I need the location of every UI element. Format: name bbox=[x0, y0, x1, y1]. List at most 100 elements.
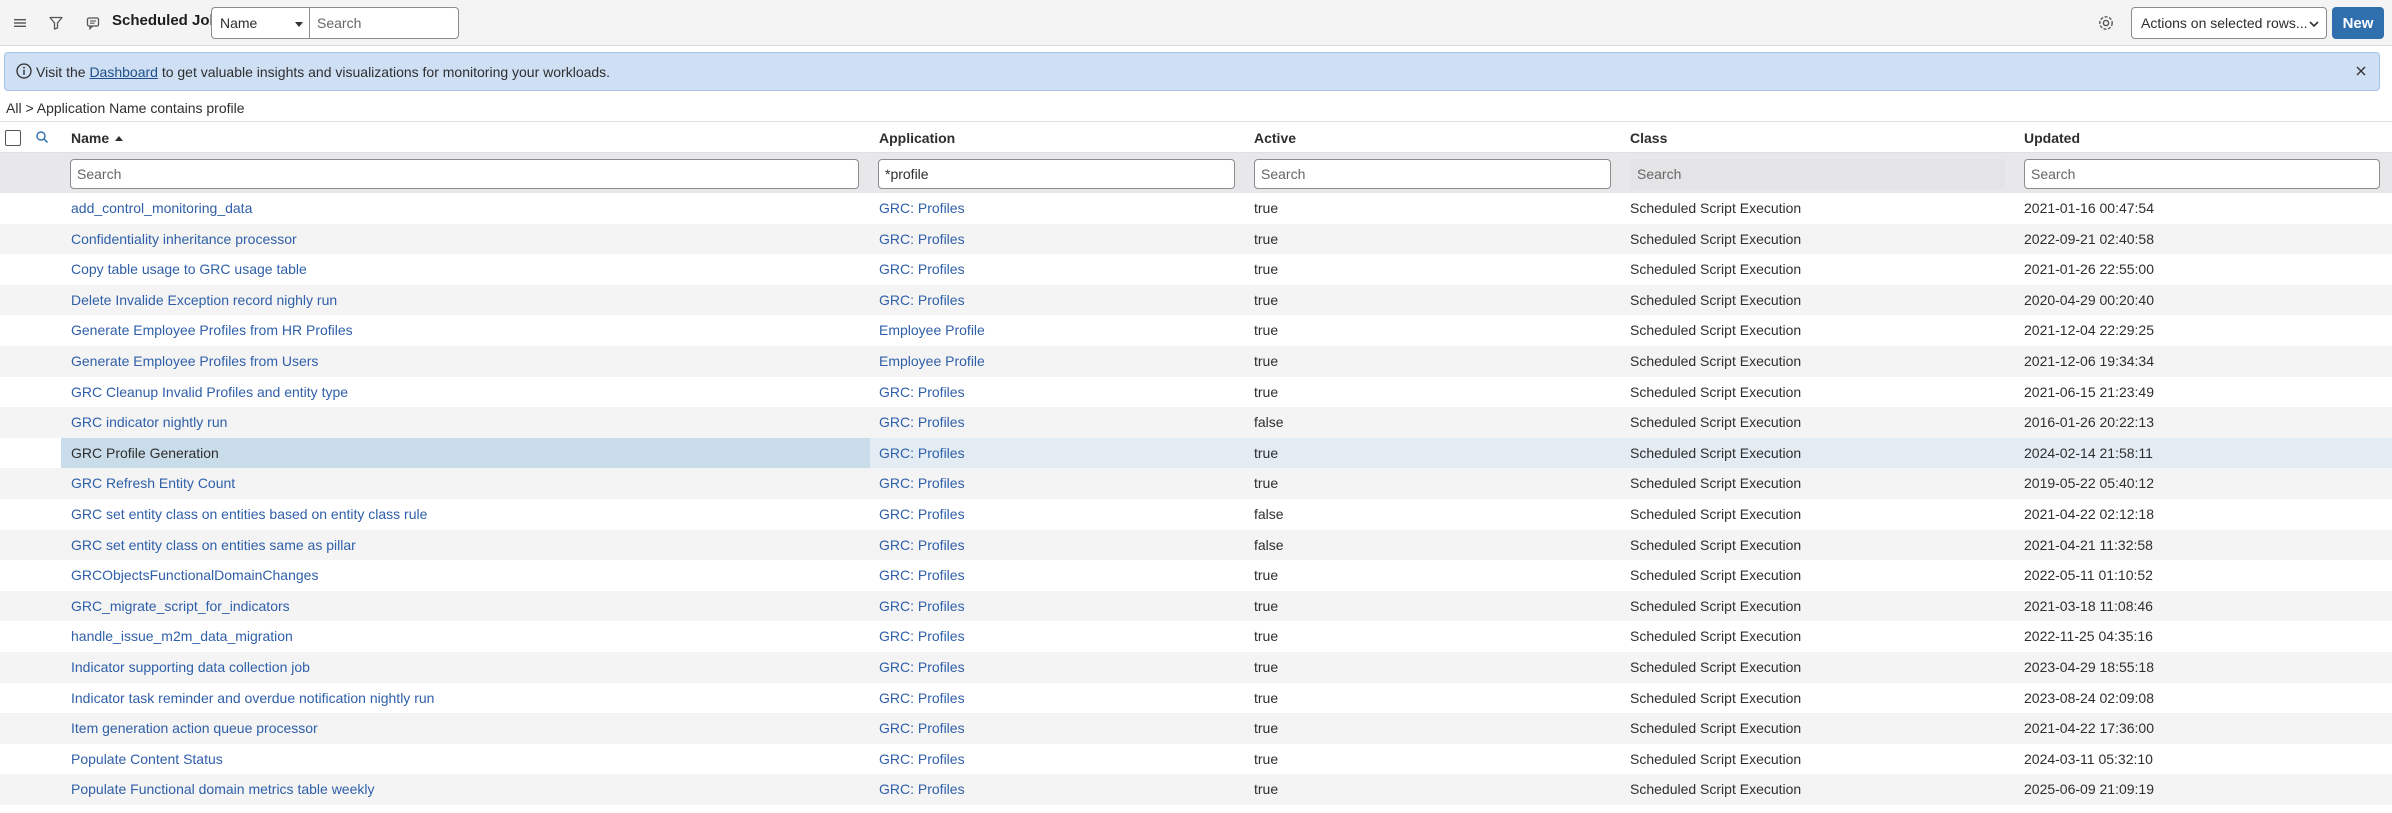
cell-updated: 2022-09-21 02:40:58 bbox=[2024, 230, 2154, 247]
cell-application[interactable]: Employee Profile bbox=[879, 353, 985, 369]
table-row[interactable]: Indicator task reminder and overdue noti… bbox=[0, 683, 2392, 714]
cell-application[interactable]: Employee Profile bbox=[879, 322, 985, 338]
cell-application[interactable]: GRC: Profiles bbox=[879, 384, 965, 400]
cell-application[interactable]: GRC: Profiles bbox=[879, 414, 965, 430]
new-button[interactable]: New bbox=[2332, 7, 2384, 39]
info-icon bbox=[15, 62, 33, 85]
table-row[interactable]: Copy table usage to GRC usage table GRC: … bbox=[0, 254, 2392, 285]
table-row[interactable]: GRC Refresh Entity Count GRC: Profiles tru… bbox=[0, 468, 2392, 499]
cell-updated: 2021-04-21 11:32:58 bbox=[2024, 536, 2153, 553]
cell-name[interactable]: GRC set entity class on entities based o… bbox=[71, 506, 427, 522]
cell-application[interactable]: GRC: Profiles bbox=[879, 506, 965, 522]
column-header-name[interactable]: Name bbox=[71, 130, 124, 146]
dashboard-link[interactable]: Dashboard bbox=[89, 64, 158, 80]
cell-name[interactable]: Confidentiality inheritance processor bbox=[71, 231, 297, 247]
cell-application[interactable]: GRC: Profiles bbox=[879, 751, 965, 767]
cell-application[interactable]: GRC: Profiles bbox=[879, 475, 965, 491]
cell-name[interactable]: GRC Profile Generation bbox=[71, 445, 219, 461]
column-header-application[interactable]: Application bbox=[879, 130, 955, 146]
settings-icon[interactable] bbox=[2093, 10, 2119, 36]
page-title: Scheduled Jobs bbox=[112, 12, 228, 29]
cell-name[interactable]: handle_issue_m2m_data_migration bbox=[71, 628, 293, 644]
search-input[interactable] bbox=[309, 7, 459, 39]
cell-name[interactable]: GRC Cleanup Invalid Profiles and entity … bbox=[71, 384, 348, 400]
cell-application[interactable]: GRC: Profiles bbox=[879, 537, 965, 553]
chat-icon[interactable] bbox=[80, 10, 106, 36]
cell-name[interactable]: Item generation action queue processor bbox=[71, 720, 318, 736]
table-row[interactable]: Item generation action queue processor GR… bbox=[0, 713, 2392, 744]
table-row[interactable]: GRC set entity class on entities based o… bbox=[0, 499, 2392, 530]
cell-application[interactable]: GRC: Profiles bbox=[879, 690, 965, 706]
cell-updated: 2021-04-22 17:36:00 bbox=[2024, 720, 2154, 737]
cell-updated: 2021-06-15 21:23:49 bbox=[2024, 383, 2154, 400]
column-header-updated[interactable]: Updated bbox=[2024, 130, 2080, 146]
updated-filter-input[interactable] bbox=[2024, 159, 2380, 189]
cell-name[interactable]: add_control_monitoring_data bbox=[71, 200, 252, 216]
cell-updated: 2021-01-26 22:55:00 bbox=[2024, 261, 2154, 278]
table-row[interactable]: Generate Employee Profiles from Users Emp… bbox=[0, 346, 2392, 377]
table-row[interactable]: add_control_monitoring_data GRC: Profiles… bbox=[0, 193, 2392, 224]
table-row[interactable]: handle_issue_m2m_data_migration GRC: Prof… bbox=[0, 621, 2392, 652]
cell-application[interactable]: GRC: Profiles bbox=[879, 659, 965, 675]
search-icon[interactable] bbox=[35, 130, 49, 149]
cell-active: false bbox=[1254, 536, 1284, 553]
select-all-checkbox[interactable] bbox=[5, 130, 21, 146]
actions-select-value: Actions on selected rows... bbox=[2141, 15, 2308, 31]
application-filter-input[interactable] bbox=[878, 159, 1235, 189]
cell-class: Scheduled Script Execution bbox=[1630, 781, 1802, 798]
cell-application[interactable]: GRC: Profiles bbox=[879, 292, 965, 308]
column-header-active[interactable]: Active bbox=[1254, 130, 1296, 146]
table-row[interactable]: GRC Profile Generation GRC: Profiles true S… bbox=[0, 437, 2392, 469]
cell-class: Scheduled Script Execution bbox=[1630, 322, 1802, 339]
class-filter-input bbox=[1630, 159, 2005, 189]
cell-application[interactable]: GRC: Profiles bbox=[879, 720, 965, 736]
name-filter-input[interactable] bbox=[70, 159, 859, 189]
cell-name[interactable]: Indicator task reminder and overdue noti… bbox=[71, 690, 434, 706]
table-row[interactable]: Confidentiality inheritance processor GRC… bbox=[0, 223, 2392, 255]
actions-select[interactable]: Actions on selected rows... bbox=[2131, 7, 2327, 39]
cell-class: Scheduled Script Execution bbox=[1630, 536, 1802, 553]
filter-icon[interactable] bbox=[43, 10, 69, 36]
table-row[interactable]: Delete Invalide Exception record nighly … bbox=[0, 284, 2392, 316]
table-row[interactable]: Populate Content Status GRC: Profiles true… bbox=[0, 744, 2392, 775]
cell-name[interactable]: Generate Employee Profiles from HR Profi… bbox=[71, 322, 353, 338]
cell-name[interactable]: GRC_migrate_script_for_indicators bbox=[71, 598, 290, 614]
active-filter-input[interactable] bbox=[1254, 159, 1611, 189]
cell-active: true bbox=[1254, 475, 1279, 492]
cell-updated: 2024-03-11 05:32:10 bbox=[2024, 750, 2153, 767]
hamburger-icon[interactable] bbox=[7, 10, 33, 36]
field-select[interactable]: Name bbox=[211, 7, 310, 39]
cell-application[interactable]: GRC: Profiles bbox=[879, 200, 965, 216]
cell-name[interactable]: Populate Functional domain metrics table… bbox=[71, 781, 375, 797]
cell-application[interactable]: GRC: Profiles bbox=[879, 261, 965, 277]
cell-updated: 2021-12-06 19:34:34 bbox=[2024, 353, 2154, 369]
cell-name[interactable]: GRC set entity class on entities same as… bbox=[71, 537, 356, 553]
column-label-name: Name bbox=[71, 130, 110, 146]
table-row[interactable]: Indicator supporting data collection job… bbox=[0, 652, 2392, 683]
cell-name[interactable]: GRCObjectsFunctionalDomainChanges bbox=[71, 567, 318, 583]
cell-name[interactable]: GRC indicator nightly run bbox=[71, 414, 227, 430]
cell-name[interactable]: Populate Content Status bbox=[71, 751, 223, 767]
table-row[interactable]: GRC set entity class on entities same as… bbox=[0, 529, 2392, 561]
cell-application[interactable]: GRC: Profiles bbox=[879, 598, 965, 614]
cell-active: true bbox=[1254, 750, 1279, 767]
table-row[interactable]: GRC_migrate_script_for_indicators GRC: Pr… bbox=[0, 590, 2392, 622]
cell-name[interactable]: GRC Refresh Entity Count bbox=[71, 475, 235, 491]
cell-application[interactable]: GRC: Profiles bbox=[879, 567, 965, 583]
breadcrumb[interactable]: All > Application Name contains profile bbox=[6, 100, 245, 116]
table-row[interactable]: GRCObjectsFunctionalDomainChanges GRC: Pr… bbox=[0, 560, 2392, 591]
cell-application[interactable]: GRC: Profiles bbox=[879, 231, 965, 247]
cell-name[interactable]: Indicator supporting data collection job bbox=[71, 659, 310, 675]
cell-application[interactable]: GRC: Profiles bbox=[879, 781, 965, 797]
table-row[interactable]: Generate Employee Profiles from HR Profi… bbox=[0, 315, 2392, 346]
column-header-class[interactable]: Class bbox=[1630, 130, 1667, 146]
table-row[interactable]: Populate Functional domain metrics table… bbox=[0, 774, 2392, 805]
cell-application[interactable]: GRC: Profiles bbox=[879, 445, 965, 461]
cell-application[interactable]: GRC: Profiles bbox=[879, 628, 965, 644]
cell-name[interactable]: Generate Employee Profiles from Users bbox=[71, 353, 318, 369]
table-row[interactable]: GRC indicator nightly run GRC: Profiles fa… bbox=[0, 407, 2392, 438]
cell-name[interactable]: Copy table usage to GRC usage table bbox=[71, 261, 307, 277]
close-icon[interactable] bbox=[2353, 63, 2369, 84]
cell-name[interactable]: Delete Invalide Exception record nighly … bbox=[71, 292, 337, 308]
table-row[interactable]: GRC Cleanup Invalid Profiles and entity … bbox=[0, 377, 2392, 408]
